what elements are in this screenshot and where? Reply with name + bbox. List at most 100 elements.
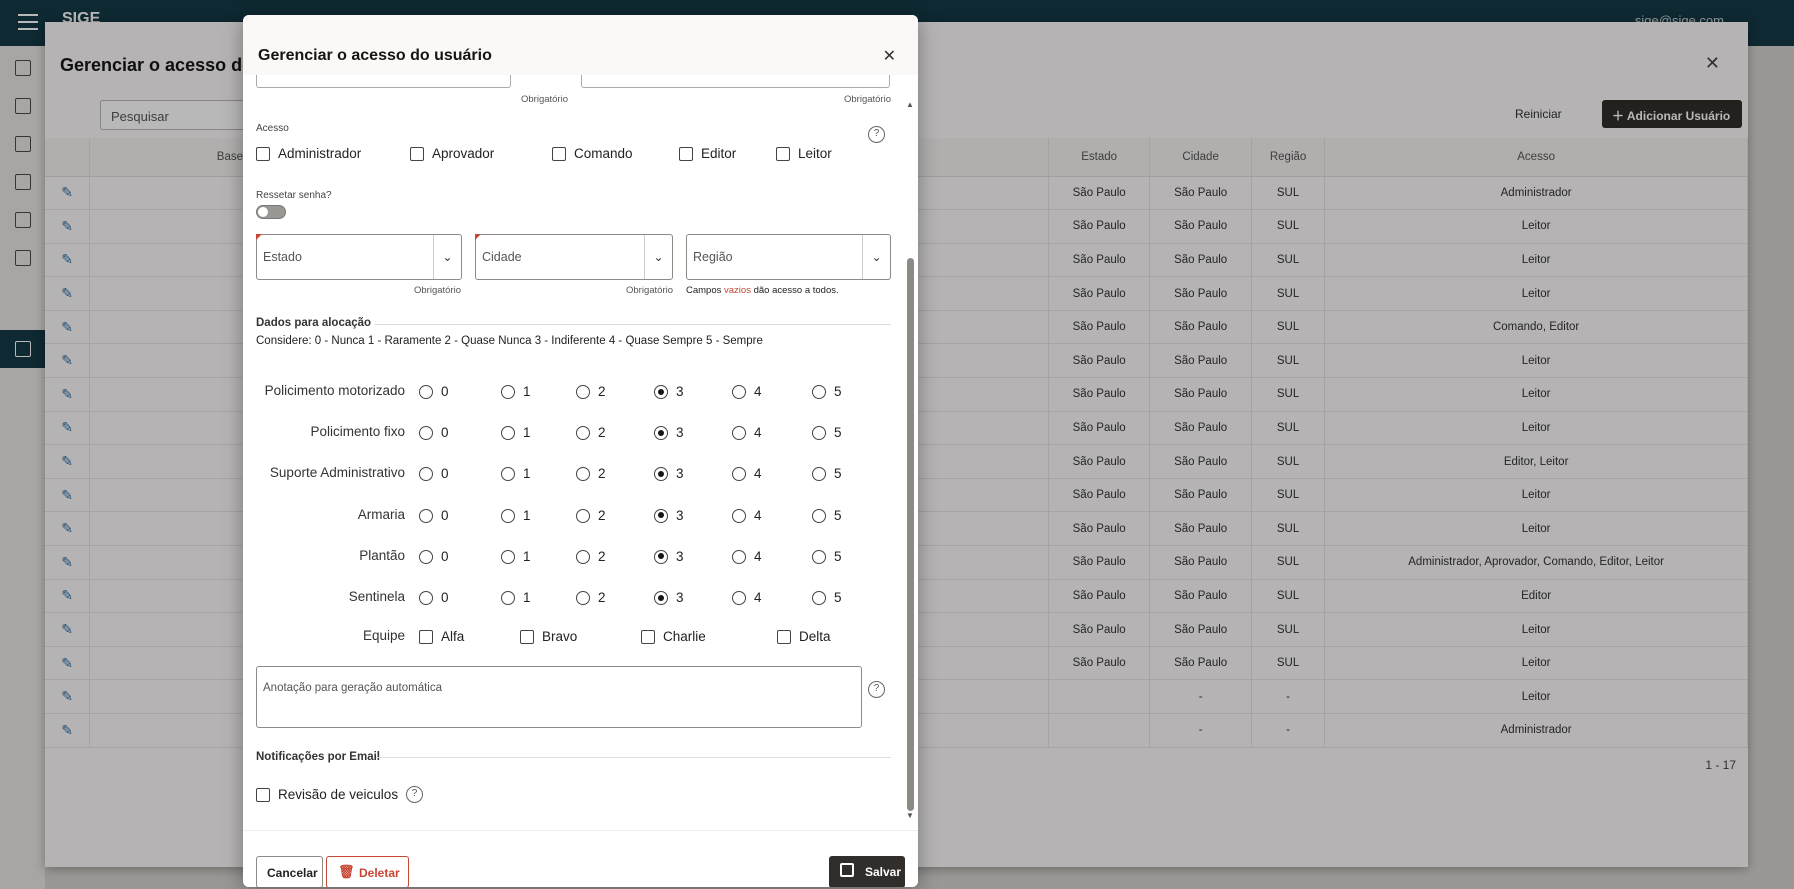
- name-field[interactable]: [256, 75, 511, 88]
- radio-option-5[interactable]: [812, 591, 826, 605]
- radio-option-4[interactable]: [732, 467, 746, 482]
- dialog-footer: Cancelar 🗑 Deletar Salvar: [243, 830, 918, 887]
- radio-option-3[interactable]: [654, 426, 668, 441]
- team-checkbox-delta[interactable]: [777, 630, 791, 644]
- radio-option-0[interactable]: [419, 508, 433, 523]
- radio-option-5[interactable]: [812, 549, 826, 564]
- radio-label: 1: [523, 384, 531, 399]
- team-label: Alfa: [441, 629, 465, 644]
- radio-option-4[interactable]: [732, 508, 746, 523]
- radio-label: 5: [834, 548, 842, 564]
- help-icon[interactable]: ?: [406, 786, 423, 803]
- radio-label: 3: [676, 466, 684, 482]
- team-checkbox-alfa[interactable]: [419, 630, 433, 644]
- scrollbar[interactable]: [907, 258, 914, 811]
- chevron-down-icon[interactable]: ⌄: [862, 235, 890, 279]
- radio-option-1[interactable]: [501, 385, 515, 399]
- save-button[interactable]: Salvar: [829, 856, 905, 887]
- radio-option-2[interactable]: [576, 549, 590, 564]
- email-field[interactable]: [581, 75, 890, 88]
- radio-option-3[interactable]: [654, 508, 668, 523]
- radio-option-2[interactable]: [576, 385, 590, 399]
- radio-option-0[interactable]: [419, 385, 433, 399]
- radio-label: 5: [834, 590, 842, 605]
- manage-access-dialog: Gerenciar o acesso do usuário ✕ Obrigató…: [243, 15, 918, 887]
- cancel-button[interactable]: Cancelar: [256, 856, 323, 887]
- help-icon[interactable]: ?: [868, 126, 885, 143]
- chevron-down-icon[interactable]: ⌄: [433, 235, 461, 279]
- save-icon: [840, 863, 854, 877]
- radio-option-5[interactable]: [812, 508, 826, 523]
- radio-option-3[interactable]: [654, 591, 668, 605]
- radio-option-1[interactable]: [501, 426, 515, 441]
- radio-option-2[interactable]: [576, 591, 590, 605]
- team-checkbox-charlie[interactable]: [641, 630, 655, 644]
- radio-label: 2: [598, 507, 606, 523]
- radio-label: 2: [598, 384, 606, 399]
- help-icon[interactable]: ?: [868, 681, 885, 698]
- radio-option-1[interactable]: [501, 549, 515, 564]
- scroll-up-icon[interactable]: ▲: [906, 100, 914, 109]
- radio-label: 0: [441, 466, 449, 482]
- access-checkbox-editor[interactable]: [679, 147, 693, 161]
- access-checkbox-aprovador[interactable]: [410, 147, 424, 161]
- reset-password-label: Ressetar senha?: [256, 190, 332, 201]
- alloc-row-label: Sentinela: [348, 589, 405, 604]
- close-icon[interactable]: ✕: [883, 46, 896, 66]
- radio-option-3[interactable]: [654, 549, 668, 564]
- radio-option-5[interactable]: [812, 385, 826, 399]
- team-checkbox-bravo[interactable]: [520, 630, 534, 644]
- cidade-select[interactable]: Cidade ⌄: [475, 234, 673, 280]
- team-label: Bravo: [542, 629, 578, 644]
- regiao-select[interactable]: Região ⌄: [686, 234, 891, 280]
- required-marker: [256, 234, 262, 240]
- access-checkbox-administrador[interactable]: [256, 147, 270, 161]
- radio-label: 1: [523, 548, 531, 564]
- estado-placeholder: Estado: [263, 250, 302, 264]
- email-section-header: Notificações por Email: [256, 751, 380, 763]
- alloc-legend: Considere: 0 - Nunca 1 - Raramente 2 - Q…: [256, 335, 763, 347]
- estado-select[interactable]: Estado ⌄: [256, 234, 462, 280]
- scroll-down-icon[interactable]: ▼: [906, 811, 914, 820]
- radio-option-2[interactable]: [576, 508, 590, 523]
- radio-option-3[interactable]: [654, 385, 668, 399]
- access-option-label: Administrador: [278, 146, 362, 161]
- delete-button[interactable]: 🗑 Deletar: [326, 856, 409, 887]
- radio-label: 3: [676, 384, 684, 399]
- note-textarea[interactable]: Anotação para geração automática: [256, 666, 862, 728]
- team-label: Charlie: [663, 629, 706, 644]
- radio-option-1[interactable]: [501, 508, 515, 523]
- radio-option-0[interactable]: [419, 426, 433, 441]
- radio-option-4[interactable]: [732, 385, 746, 399]
- radio-option-2[interactable]: [576, 426, 590, 441]
- radio-label: 0: [441, 548, 449, 564]
- radio-label: 5: [834, 507, 842, 523]
- radio-label: 0: [441, 507, 449, 523]
- chevron-down-icon[interactable]: ⌄: [644, 235, 672, 279]
- reset-password-toggle[interactable]: [256, 205, 286, 219]
- radio-option-0[interactable]: [419, 467, 433, 482]
- required-hint: Obrigatório: [844, 94, 891, 105]
- required-hint: Obrigatório: [521, 94, 568, 105]
- radio-label: 3: [676, 507, 684, 523]
- cidade-placeholder: Cidade: [482, 250, 522, 264]
- radio-option-4[interactable]: [732, 549, 746, 564]
- radio-label: 0: [441, 384, 449, 399]
- radio-option-1[interactable]: [501, 467, 515, 482]
- radio-option-4[interactable]: [732, 426, 746, 441]
- radio-option-0[interactable]: [419, 591, 433, 605]
- dialog-title: Gerenciar o acesso do usuário: [258, 47, 492, 64]
- radio-option-5[interactable]: [812, 426, 826, 441]
- vehicle-review-checkbox[interactable]: [256, 788, 270, 802]
- alloc-row-label: Suporte Administrativo: [269, 465, 405, 481]
- radio-option-5[interactable]: [812, 467, 826, 482]
- access-checkbox-leitor[interactable]: [776, 147, 790, 161]
- access-checkbox-comando[interactable]: [552, 147, 566, 161]
- radio-label: 2: [598, 425, 606, 441]
- radio-option-3[interactable]: [654, 467, 668, 482]
- radio-option-4[interactable]: [732, 591, 746, 605]
- radio-option-2[interactable]: [576, 467, 590, 482]
- radio-option-1[interactable]: [501, 591, 515, 605]
- radio-option-0[interactable]: [419, 549, 433, 564]
- radio-label: 4: [754, 507, 762, 523]
